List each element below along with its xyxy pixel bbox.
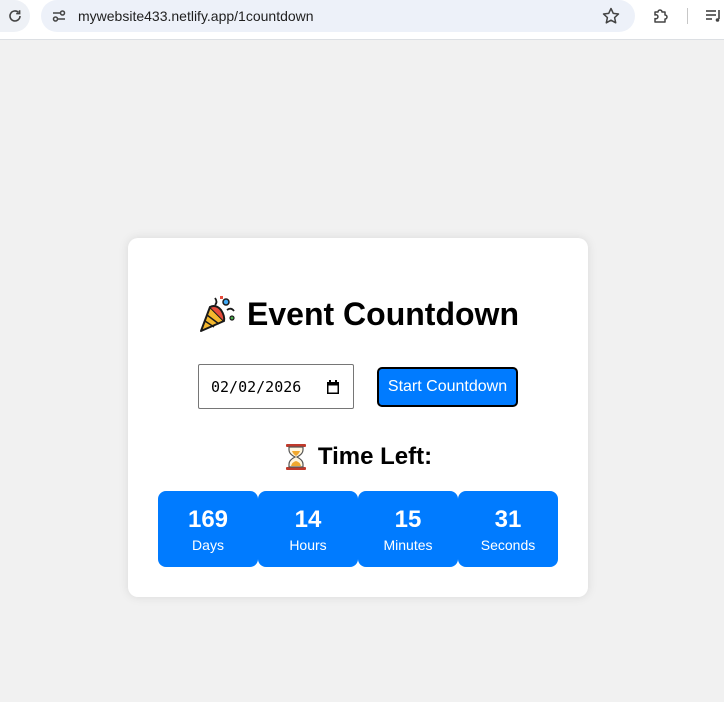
seconds-value: 31 [494,506,522,533]
days-label: Days [192,537,224,553]
hours-label: Hours [289,537,327,553]
days-box: 169 Days [158,491,258,567]
days-value: 169 [187,506,229,533]
site-info-icon[interactable] [51,8,67,24]
toolbar-divider [687,8,688,24]
event-date-input[interactable]: 02/02/2026 [198,364,354,409]
countdown-card: Event Countdown 02/02/2026 Start Countdo… [128,238,588,597]
seconds-box: 31 Seconds [458,491,558,567]
time-left-label: Time Left: [317,443,433,470]
time-left-row: Time Left: [128,441,588,473]
calendar-icon[interactable] [326,379,340,395]
title-row: Event Countdown [128,294,588,334]
extensions-icon[interactable] [651,6,671,26]
media-controls-icon[interactable] [704,6,724,26]
hours-box: 14 Hours [258,491,358,567]
countdown-display: 169 Days 14 Hours 15 Minutes 31 Seconds [158,491,558,567]
hourglass-icon [285,444,306,470]
page-title: Event Countdown [247,295,519,332]
reload-icon [9,10,21,22]
minutes-label: Minutes [383,537,433,553]
bookmark-star-icon[interactable] [601,6,621,26]
seconds-label: Seconds [480,537,536,553]
minutes-value: 15 [394,506,422,533]
hours-value: 14 [294,506,322,533]
date-value[interactable]: 02/02/2026 [211,378,301,396]
url-text[interactable]: mywebsite433.netlify.app/1countdown [78,8,314,24]
reload-button[interactable] [0,0,30,32]
minutes-box: 15 Minutes [358,491,458,567]
party-popper-icon [200,296,235,332]
browser-toolbar: mywebsite433.netlify.app/1countdown [0,0,724,40]
address-bar[interactable]: mywebsite433.netlify.app/1countdown [41,0,635,32]
start-countdown-button[interactable]: Start Countdown [377,367,518,407]
